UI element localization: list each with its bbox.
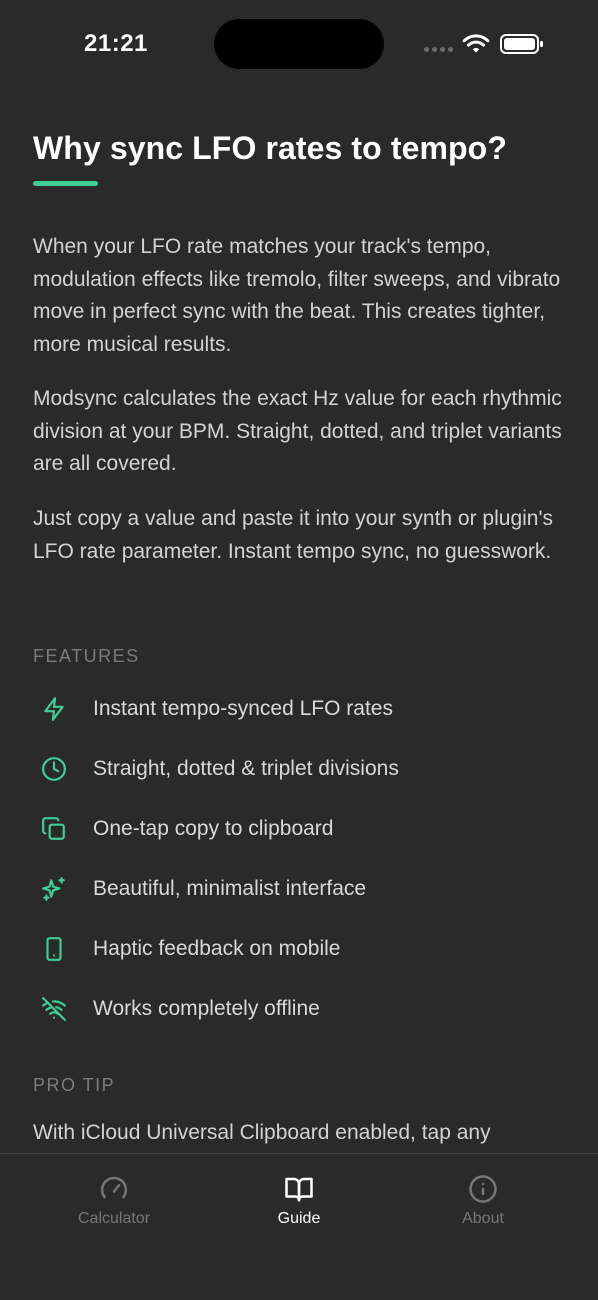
features-header: FEATURES xyxy=(33,646,140,666)
feature-item: Instant tempo-synced LFO rates xyxy=(33,689,573,729)
pro-tip-header: PRO TIP xyxy=(33,1075,116,1095)
feature-item: Haptic feedback on mobile xyxy=(33,929,573,969)
feature-item: Beautiful, minimalist interface xyxy=(33,869,573,909)
feature-label: Works completely offline xyxy=(93,997,320,1020)
feature-item: One-tap copy to clipboard xyxy=(33,809,573,849)
clock-icon xyxy=(33,749,77,789)
feature-item: Straight, dotted & triplet divisions xyxy=(33,749,573,789)
feature-label: Beautiful, minimalist interface xyxy=(93,877,367,900)
wifi-off-icon xyxy=(33,989,77,1029)
lightning-icon xyxy=(33,689,77,729)
tab-calculator[interactable]: Calculator xyxy=(44,1174,184,1228)
title-underline xyxy=(33,181,98,186)
feature-item: Works completely offline xyxy=(33,989,573,1029)
book-icon xyxy=(285,1177,313,1202)
gauge-icon xyxy=(100,1176,128,1199)
feature-label: Straight, dotted & triplet divisions xyxy=(93,757,399,780)
pro-tip-text: With iCloud Universal Clipboard enabled,… xyxy=(33,1121,491,1144)
tab-guide[interactable]: Guide xyxy=(229,1174,369,1228)
tab-bar: Calculator Guide About xyxy=(0,1153,598,1300)
tab-label: Guide xyxy=(277,1210,321,1227)
tab-label: Calculator xyxy=(77,1210,151,1227)
copy-icon xyxy=(33,809,77,849)
feature-label: Instant tempo-synced LFO rates xyxy=(93,697,393,720)
usage-paragraph: Just copy a value and paste it into your… xyxy=(33,507,553,563)
info-icon xyxy=(469,1175,497,1203)
intro-paragraph: When your LFO rate matches your track's … xyxy=(33,235,561,356)
calculation-paragraph: Modsync calculates the exact Hz value fo… xyxy=(33,387,562,475)
guide-content[interactable]: Why sync LFO rates to tempo? When your L… xyxy=(0,0,598,1153)
feature-label: One-tap copy to clipboard xyxy=(93,817,334,840)
tab-label: About xyxy=(462,1210,504,1227)
phone-icon xyxy=(33,929,77,969)
tab-about[interactable]: About xyxy=(413,1174,553,1228)
sparkles-icon xyxy=(33,869,77,909)
feature-label: Haptic feedback on mobile xyxy=(93,937,341,960)
page-title: Why sync LFO rates to tempo? xyxy=(33,130,507,166)
